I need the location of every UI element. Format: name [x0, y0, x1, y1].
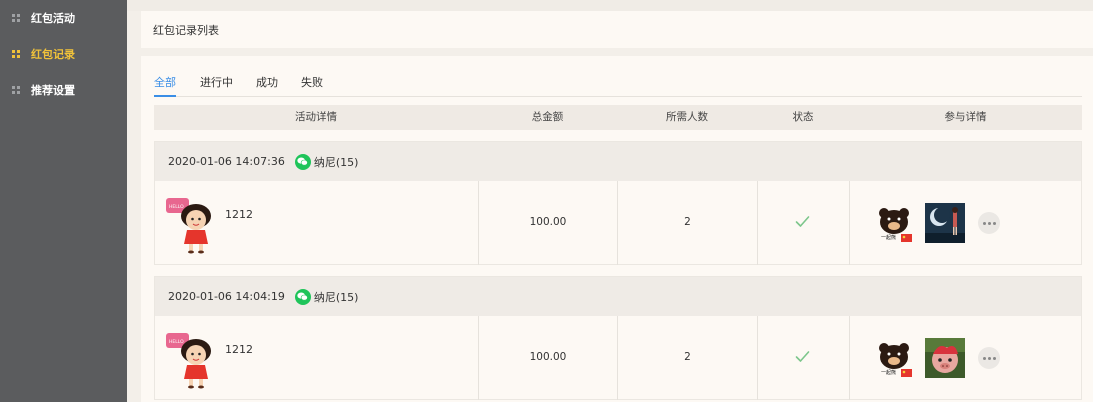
column-total-amount: 总金额 [531, 111, 564, 123]
sidebar-item-label: 红包活动 [31, 12, 75, 25]
record-body: HELLO 1212 100.00 2 一起熊 [155, 316, 1081, 400]
table-row: 2020-01-06 14:07:36 纳尼(15) HELLO 1212 10… [154, 141, 1082, 265]
sidebar-item-label: 推荐设置 [31, 84, 75, 97]
participant-details-cell: 一起熊 [850, 316, 1081, 400]
sidebar: 红包活动 红包记录 推荐设置 [0, 0, 127, 402]
activity-details-cell: HELLO 1212 [155, 181, 479, 265]
total-amount: 100.00 [529, 351, 567, 363]
table-header: 活动详情 总金额 所需人数 状态 参与详情 [154, 105, 1082, 130]
column-status: 状态 [792, 111, 814, 123]
total-amount-cell: 100.00 [479, 316, 618, 400]
grid-icon [12, 14, 20, 22]
record-header: 2020-01-06 14:04:19 纳尼(15) [155, 277, 1081, 316]
record-time: 2020-01-06 14:04:19 [168, 290, 285, 303]
svg-text:HELLO: HELLO [169, 339, 184, 345]
page-title: 红包记录列表 [153, 23, 219, 37]
column-activity-details: 活动详情 [295, 111, 337, 123]
total-amount-cell: 100.00 [479, 181, 618, 265]
sidebar-item-red-packet-records[interactable]: 红包记录 [0, 36, 127, 72]
table-row: 2020-01-06 14:04:19 纳尼(15) HELLO 1212 10… [154, 276, 1082, 400]
grid-icon [12, 50, 20, 58]
status-tabs: 全部 进行中 成功 失败 [154, 74, 1082, 97]
record-user: 纳尼(15) [313, 290, 359, 304]
avatar[interactable] [925, 203, 965, 243]
success-check-icon [795, 216, 810, 227]
tab-in-progress[interactable]: 进行中 [200, 74, 233, 95]
wechat-icon [294, 153, 311, 170]
activity-cartoon-image: HELLO [166, 198, 211, 254]
success-check-icon [795, 351, 810, 362]
svg-text:一起熊: 一起熊 [881, 369, 896, 376]
sidebar-item-label: 红包记录 [31, 48, 75, 61]
svg-text:HELLO: HELLO [169, 204, 184, 210]
main-card: 全部 进行中 成功 失败 活动详情 总金额 所需人数 状态 参与详情 2020-… [141, 56, 1093, 402]
status-cell [758, 181, 850, 265]
svg-text:一起熊: 一起熊 [881, 234, 896, 241]
grid-icon [12, 86, 20, 94]
sidebar-item-recommend-settings[interactable]: 推荐设置 [0, 72, 127, 108]
required-people-cell: 2 [618, 316, 758, 400]
sidebar-item-red-packet-activity[interactable]: 红包活动 [0, 0, 127, 36]
column-participant-details: 参与详情 [944, 111, 987, 123]
tab-all[interactable]: 全部 [154, 74, 176, 97]
tab-failed[interactable]: 失败 [301, 74, 323, 95]
record-user: 纳尼(15) [313, 155, 359, 169]
more-participants-button[interactable] [978, 212, 1000, 234]
tab-success[interactable]: 成功 [256, 74, 278, 95]
avatar[interactable] [925, 338, 965, 378]
avatar[interactable]: 一起熊 [875, 340, 913, 378]
record-header: 2020-01-06 14:07:36 纳尼(15) [155, 142, 1081, 181]
status-cell [758, 316, 850, 400]
required-people-cell: 2 [618, 181, 758, 265]
required-people: 2 [684, 216, 691, 228]
top-strip [127, 0, 1093, 11]
participant-details-cell: 一起熊 [850, 181, 1081, 265]
activity-name: 1212 [225, 208, 253, 221]
record-time: 2020-01-06 14:07:36 [168, 155, 285, 168]
more-participants-button[interactable] [978, 347, 1000, 369]
required-people: 2 [684, 351, 691, 363]
record-body: HELLO 1212 100.00 2 一起熊 [155, 181, 1081, 265]
activity-cartoon-image: HELLO [166, 333, 211, 389]
activity-details-cell: HELLO 1212 [155, 316, 479, 400]
total-amount: 100.00 [529, 216, 567, 228]
activity-name: 1212 [225, 343, 253, 356]
page-header: 红包记录列表 [141, 11, 1093, 48]
column-required-people: 所需人数 [666, 111, 708, 123]
avatar[interactable]: 一起熊 [875, 205, 913, 243]
wechat-icon [294, 288, 311, 305]
